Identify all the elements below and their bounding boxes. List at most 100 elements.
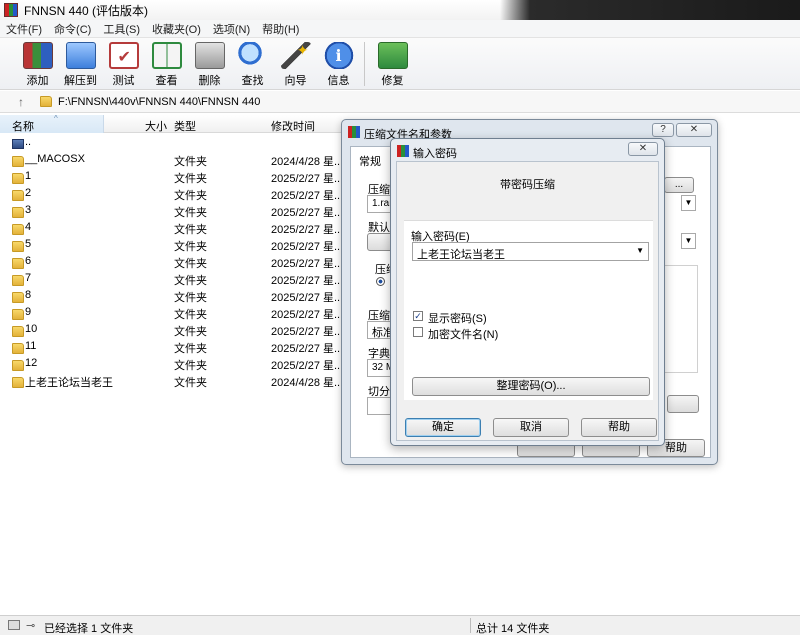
- table-row[interactable]: 9 文件夹 2025/2/27 星...: [0, 304, 343, 321]
- file-name: 6: [25, 255, 32, 267]
- format-radio[interactable]: [376, 277, 385, 286]
- table-row[interactable]: 5 文件夹 2025/2/27 星...: [0, 236, 343, 253]
- file-date: 2024/4/28 星...: [271, 377, 344, 389]
- repair-button[interactable]: 修复: [371, 38, 414, 88]
- table-row[interactable]: 3 文件夹 2025/2/27 星...: [0, 202, 343, 219]
- view-label: 查看: [155, 75, 178, 87]
- table-row[interactable]: 1 文件夹 2025/2/27 星...: [0, 168, 343, 185]
- first-aid-box-icon: [377, 42, 408, 69]
- table-row[interactable]: 4 文件夹 2025/2/27 星...: [0, 219, 343, 236]
- toolbar: 添加 解压到 测试 查看 删除 查找 向导 信息 修复: [0, 38, 800, 90]
- tab-general[interactable]: 常规: [359, 153, 381, 169]
- up-arrow-icon[interactable]: ↑: [18, 95, 24, 109]
- file-date: 2025/2/27 星...: [271, 292, 344, 304]
- password-heading: 带密码压缩: [500, 179, 555, 191]
- file-type: 文件夹: [174, 343, 207, 355]
- password-input[interactable]: 上老王论坛当老王 ▼: [412, 242, 649, 261]
- column-size[interactable]: 大小: [145, 118, 167, 134]
- file-date: 2025/2/27 星...: [271, 343, 344, 355]
- add-button[interactable]: 添加: [16, 38, 59, 88]
- show-password-label[interactable]: 显示密码(S): [428, 310, 487, 326]
- test-button[interactable]: 测试: [102, 38, 145, 88]
- menu-commands[interactable]: 命令(C): [54, 21, 91, 37]
- table-row[interactable]: __MACOSX 文件夹 2024/4/28 星...: [0, 151, 344, 168]
- key-icon: ⊸: [26, 620, 36, 632]
- file-date: 2025/2/27 星...: [271, 326, 344, 338]
- file-date: 2025/2/27 星...: [271, 275, 344, 287]
- file-name: 7: [25, 272, 32, 284]
- column-modified[interactable]: 修改时间: [271, 118, 315, 134]
- file-date: 2025/2/27 星...: [271, 190, 344, 202]
- table-row[interactable]: 10 文件夹 2025/2/27 星...: [0, 321, 344, 338]
- encrypt-names-label[interactable]: 加密文件名(N): [428, 326, 498, 342]
- file-date: 2025/2/27 星...: [271, 360, 344, 372]
- table-row[interactable]: 12 文件夹 2025/2/27 星...: [0, 355, 344, 372]
- address-bar: ↑ F:\FNNSN\440v\FNNSN 440\FNNSN 440: [0, 91, 800, 113]
- menu-options[interactable]: 选项(N): [213, 21, 250, 37]
- ok-button[interactable]: 确定: [405, 418, 481, 437]
- menu-help[interactable]: 帮助(H): [262, 21, 299, 37]
- file-name: 8: [25, 289, 32, 301]
- extract-to-button[interactable]: 解压到: [59, 38, 102, 88]
- update-mode-dropdown[interactable]: ▼: [681, 233, 696, 249]
- books-stack-icon: [22, 42, 53, 69]
- file-name: 10: [25, 323, 38, 335]
- delete-button[interactable]: 删除: [188, 38, 231, 88]
- help-caption-button[interactable]: ?: [652, 123, 674, 137]
- file-date: 2024/4/28 星...: [271, 156, 344, 168]
- dropdown-arrow-icon[interactable]: ▼: [636, 246, 644, 255]
- browse-button[interactable]: ...: [664, 177, 694, 193]
- table-row[interactable]: 8 文件夹 2025/2/27 星...: [0, 287, 344, 304]
- menu-file[interactable]: 文件(F): [6, 21, 42, 37]
- wizard-label: 向导: [284, 75, 307, 87]
- password-dialog-title: 输入密码: [413, 148, 457, 160]
- password-value: 上老王论坛当老王: [417, 249, 505, 261]
- file-name: 9: [25, 306, 32, 318]
- winrar-app-icon: [397, 145, 409, 157]
- table-row[interactable]: 6 文件夹 2025/2/27 星...: [0, 253, 343, 270]
- password-dialog: 输入密码 ✕ 带密码压缩 输入密码(E) 上老王论坛当老王 ▼ ✓ 显示密码(S…: [390, 138, 665, 446]
- show-password-checkbox[interactable]: ✓: [413, 311, 423, 321]
- table-row[interactable]: ..: [0, 134, 342, 151]
- file-type: 文件夹: [174, 173, 207, 185]
- menu-favorites[interactable]: 收藏夹(O): [152, 21, 201, 37]
- help-button[interactable]: 帮助: [581, 418, 657, 437]
- table-row[interactable]: 2 文件夹 2025/2/27 星...: [0, 185, 344, 202]
- close-icon[interactable]: ✕: [628, 142, 658, 156]
- column-type[interactable]: 类型: [174, 118, 196, 134]
- find-button[interactable]: 查找: [231, 38, 274, 88]
- open-book-icon: [151, 42, 182, 69]
- find-label: 查找: [241, 75, 264, 87]
- organize-passwords-button[interactable]: 整理密码(O)...: [412, 377, 650, 396]
- magic-wand-icon: [280, 42, 311, 69]
- file-list: .. __MACOSX 文件夹 2024/4/28 星... 1 文件夹 202…: [0, 134, 344, 389]
- file-type: 文件夹: [174, 275, 207, 287]
- winrar-app-icon: [4, 3, 18, 17]
- file-name: __MACOSX: [25, 153, 85, 165]
- table-row[interactable]: 上老王论坛当老王 文件夹 2024/4/28 星...: [0, 372, 344, 389]
- window-titlebar: FNNSN 440 (评估版本): [0, 0, 800, 20]
- encrypt-names-checkbox[interactable]: [413, 327, 423, 337]
- menu-tools[interactable]: 工具(S): [103, 21, 140, 37]
- options-panel: [663, 265, 698, 373]
- set-password-button[interactable]: [667, 395, 699, 413]
- table-row[interactable]: 7 文件夹 2025/2/27 星...: [0, 270, 344, 287]
- table-row[interactable]: 11 文件夹 2025/2/27 星...: [0, 338, 344, 355]
- window-title: FNNSN 440 (评估版本): [24, 3, 149, 18]
- archive-name-dropdown[interactable]: ▼: [681, 195, 696, 211]
- close-caption-button[interactable]: ✕: [676, 123, 712, 137]
- view-button[interactable]: 查看: [145, 38, 188, 88]
- info-button[interactable]: 信息: [317, 38, 360, 88]
- file-name: 4: [25, 221, 32, 233]
- file-type: 文件夹: [174, 377, 207, 389]
- wizard-button[interactable]: 向导: [274, 38, 317, 88]
- column-name[interactable]: 名称: [12, 118, 34, 134]
- file-name: 2: [25, 187, 32, 199]
- cancel-button[interactable]: 取消: [493, 418, 569, 437]
- folder-extract-icon: [65, 42, 96, 69]
- address-path[interactable]: F:\FNNSN\440v\FNNSN 440\FNNSN 440: [58, 96, 260, 108]
- file-name: 5: [25, 238, 32, 250]
- file-name: 12: [25, 357, 38, 369]
- file-name: 11: [25, 340, 37, 352]
- status-bar: ⊸ 已经选择 1 文件夹 总计 14 文件夹: [0, 615, 800, 635]
